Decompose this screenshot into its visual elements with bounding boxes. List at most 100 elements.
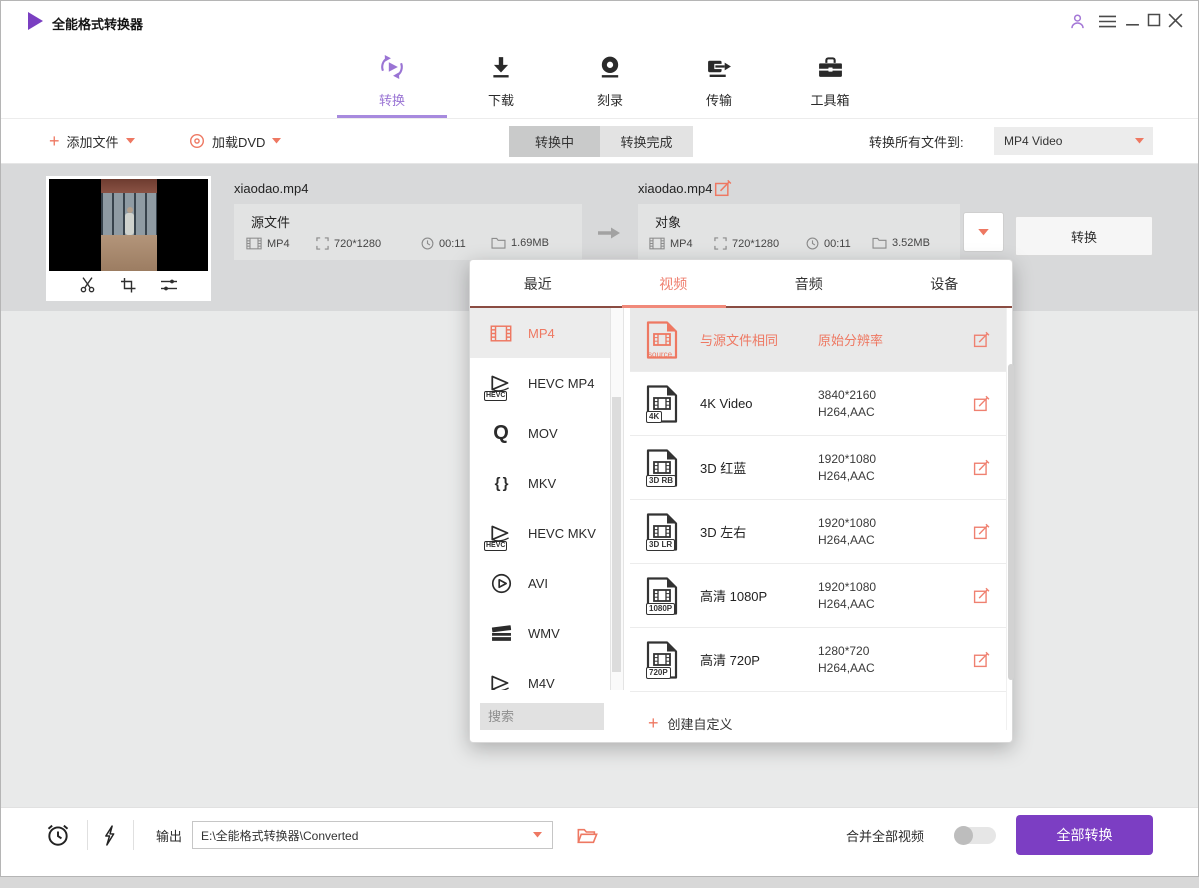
convert-icon xyxy=(376,51,408,83)
play-flag-icon xyxy=(489,674,513,690)
play-flag-icon xyxy=(489,524,513,542)
output-path-value: E:\全能格式转换器\Converted xyxy=(201,827,358,844)
toolbox-icon xyxy=(817,56,844,79)
tab-converted-label: 转换完成 xyxy=(620,132,672,151)
format-item-mov[interactable]: Q MOV xyxy=(470,408,610,458)
crop-icon[interactable] xyxy=(120,277,136,293)
edit-preset-icon[interactable] xyxy=(973,587,990,604)
edit-preset-icon[interactable] xyxy=(973,523,990,540)
edit-preset-icon[interactable] xyxy=(973,459,990,476)
nav-tab-download[interactable]: 下载 xyxy=(458,49,544,109)
play-circle-icon xyxy=(491,573,512,594)
edit-preset-icon[interactable] xyxy=(973,395,990,412)
chevron-down-icon xyxy=(1135,138,1144,144)
nav-tab-toolbox[interactable]: 工具箱 xyxy=(787,49,873,109)
close-button[interactable] xyxy=(1168,13,1183,28)
open-folder-icon[interactable] xyxy=(577,828,598,844)
thumbnail-image xyxy=(49,179,208,271)
film-icon xyxy=(246,237,262,250)
target-format-dropdown-button[interactable] xyxy=(963,212,1004,252)
source-resolution: 720*1280 xyxy=(316,237,381,250)
format-item-hevc-mp4[interactable]: HEVC HEVC MP4 xyxy=(470,358,610,408)
preset-3d-red-blue[interactable]: 3D RB 3D 红蓝 1920*1080H264,AAC xyxy=(630,436,1006,500)
nav-tab-transfer[interactable]: 传输 xyxy=(676,49,762,109)
folder-icon xyxy=(491,237,506,249)
edit-preset-icon[interactable] xyxy=(973,331,990,348)
source-filename: xiaodao.mp4 xyxy=(234,181,308,196)
load-dvd-button[interactable]: 加载DVD xyxy=(189,119,281,163)
nav-tab-burn[interactable]: 刻录 xyxy=(567,49,653,109)
clock-icon xyxy=(806,237,819,250)
app-window: 全能格式转换器 转换 下载 刻录 传输 工具箱 xyxy=(0,0,1199,877)
main-nav: 转换 下载 刻录 传输 工具箱 xyxy=(1,41,1198,119)
source-info-panel: 源文件 MP4 720*1280 00:11 1.69MB xyxy=(234,204,582,260)
popup-tab-audio[interactable]: 音频 xyxy=(741,260,877,308)
burn-icon xyxy=(598,55,622,79)
preset-same-as-source[interactable]: source 与源文件相同 原始分辨率 xyxy=(630,308,1006,372)
app-title: 全能格式转换器 xyxy=(52,14,143,33)
quicktime-icon: Q xyxy=(486,418,516,448)
maximize-button[interactable] xyxy=(1147,13,1161,27)
tab-converted[interactable]: 转换完成 xyxy=(600,126,693,157)
edit-preset-icon[interactable] xyxy=(973,651,990,668)
bottom-bar: 输出 E:\全能格式转换器\Converted 合并全部视频 全部转换 xyxy=(1,807,1198,876)
clock-icon xyxy=(421,237,434,250)
output-path-select[interactable]: E:\全能格式转换器\Converted xyxy=(192,821,553,849)
active-tab-underline xyxy=(337,115,447,118)
convert-all-button[interactable]: 全部转换 xyxy=(1016,815,1153,855)
convert-all-label: 全部转换 xyxy=(1057,825,1113,845)
titlebar: 全能格式转换器 xyxy=(1,1,1198,41)
account-icon[interactable] xyxy=(1069,13,1086,30)
tab-converting-label: 转换中 xyxy=(535,132,574,151)
merge-videos-label: 合并全部视频 xyxy=(846,808,924,862)
load-dvd-label: 加载DVD xyxy=(212,132,265,151)
format-item-hevc-mkv[interactable]: HEVC HEVC MKV xyxy=(470,508,610,558)
clapperboard-icon xyxy=(491,625,512,642)
preset-4k-video[interactable]: 4K 4K Video 3840*2160H264,AAC xyxy=(630,372,1006,436)
format-item-wmv[interactable]: WMV xyxy=(470,608,610,658)
app-logo-icon xyxy=(28,12,43,30)
power-bolt-icon[interactable] xyxy=(102,825,117,846)
video-thumbnail[interactable] xyxy=(46,176,211,301)
target-panel-title: 对象 xyxy=(655,212,681,231)
format-item-mkv[interactable]: { } MKV xyxy=(470,458,610,508)
chevron-down-icon xyxy=(126,138,135,144)
schedule-icon[interactable] xyxy=(45,822,71,848)
nav-tab-transfer-label: 传输 xyxy=(706,90,732,109)
format-item-m4v[interactable]: M4V xyxy=(470,658,610,690)
format-list-scrollbar[interactable] xyxy=(610,308,624,690)
format-select-popup: 最近 视频 音频 设备 MP4 HEVC HEVC MP4 Q MOV { } xyxy=(469,259,1013,743)
target-filename: xiaodao.mp4 xyxy=(638,181,712,196)
convert-all-to-label: 转换所有文件到: xyxy=(869,119,964,163)
film-icon xyxy=(490,325,512,342)
preset-hd-720p[interactable]: 720P 高清 720P 1280*720H264,AAC xyxy=(630,628,1006,692)
plus-icon: + xyxy=(648,714,659,732)
popup-tab-video[interactable]: 视频 xyxy=(606,260,742,308)
menu-icon[interactable] xyxy=(1099,15,1116,28)
chevron-down-icon xyxy=(533,832,542,838)
add-files-button[interactable]: + 添加文件 xyxy=(49,119,135,163)
popup-tab-recent[interactable]: 最近 xyxy=(470,260,606,308)
create-custom-button[interactable]: + 创建自定义 xyxy=(648,708,733,738)
nav-tab-convert[interactable]: 转换 xyxy=(349,49,435,109)
preset-3d-left-right[interactable]: 3D LR 3D 左右 1920*1080H264,AAC xyxy=(630,500,1006,564)
convert-button[interactable]: 转换 xyxy=(1015,216,1153,256)
target-resolution: 720*1280 xyxy=(714,237,779,250)
merge-videos-toggle[interactable] xyxy=(954,827,996,844)
effects-icon[interactable] xyxy=(160,278,178,292)
minimize-button[interactable] xyxy=(1125,13,1140,28)
format-item-mp4[interactable]: MP4 xyxy=(470,308,610,358)
output-format-value: MP4 Video xyxy=(1004,134,1062,148)
rename-icon[interactable] xyxy=(714,179,732,197)
trim-icon[interactable] xyxy=(79,276,96,293)
nav-tab-download-label: 下载 xyxy=(488,90,514,109)
search-input[interactable] xyxy=(480,703,604,730)
tab-converting[interactable]: 转换中 xyxy=(509,126,600,157)
format-item-avi[interactable]: AVI xyxy=(470,558,610,608)
convert-button-label: 转换 xyxy=(1071,227,1097,246)
popup-tab-device[interactable]: 设备 xyxy=(877,260,1013,308)
target-info-panel: 对象 MP4 720*1280 00:11 3.52MB xyxy=(638,204,960,260)
preset-list-scrollbar[interactable] xyxy=(1006,308,1015,730)
preset-hd-1080p[interactable]: 1080P 高清 1080P 1920*1080H264,AAC xyxy=(630,564,1006,628)
output-format-select[interactable]: MP4 Video xyxy=(994,127,1153,155)
